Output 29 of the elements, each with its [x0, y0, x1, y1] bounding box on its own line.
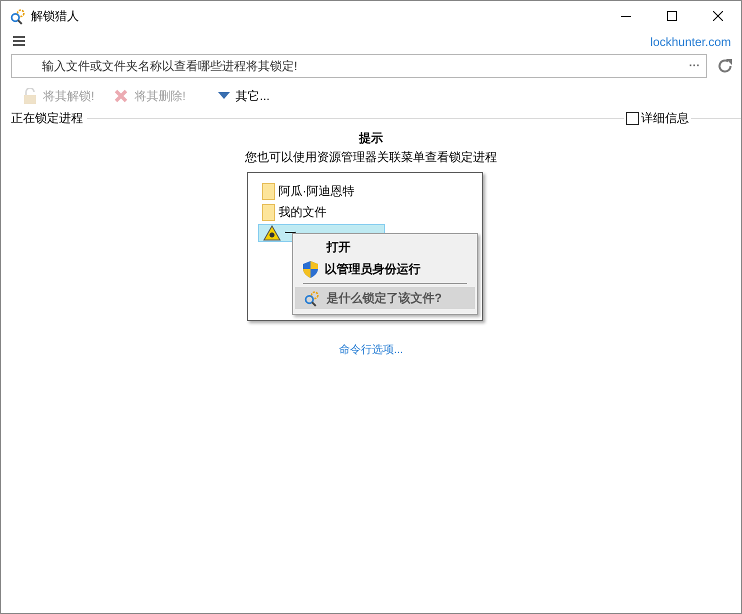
hint-text: 您也可以使用资源管理器关联菜单查看锁定进程 — [245, 149, 497, 166]
refresh-icon — [717, 58, 733, 74]
hint-title: 提示 — [359, 130, 383, 147]
close-icon — [713, 11, 723, 21]
warning-icon — [262, 225, 280, 241]
folder-icon — [262, 182, 274, 200]
checkbox[interactable] — [626, 112, 639, 124]
folder-icon — [262, 204, 274, 220]
menu-item[interactable]: 以管理员身份运行 — [294, 258, 474, 280]
toolbar-button[interactable]: 其它... — [218, 87, 270, 105]
window-title: 解锁猎人 — [31, 8, 79, 25]
file-path-field[interactable]: 输入文件或文件夹名称以查看哪些进程将其锁定! ··· — [11, 54, 707, 78]
magnifier-gear-icon — [9, 8, 26, 24]
shield-icon — [302, 260, 318, 278]
website-link[interactable]: lockhunter.com — [650, 33, 731, 51]
triangle-down-icon — [218, 92, 230, 100]
menu-button[interactable] — [13, 36, 27, 48]
cross-icon — [114, 89, 128, 103]
command-line-link[interactable]: 命令行选项... — [338, 342, 404, 358]
padlock-icon — [23, 88, 37, 104]
maximize-icon — [667, 11, 677, 21]
file-item: 阿瓜·阿迪恩特 — [258, 182, 384, 200]
file-item: 我的文件 — [258, 203, 384, 221]
group-title: 正在锁定进程 — [10, 110, 84, 127]
magnifier-gear-icon — [302, 290, 320, 306]
browse-button[interactable]: ··· — [689, 58, 700, 74]
menu-icon — [13, 36, 25, 46]
menu-item[interactable]: 是什么锁定了该文件? — [294, 287, 474, 309]
details-checkbox[interactable]: 详细信息 — [624, 109, 691, 127]
